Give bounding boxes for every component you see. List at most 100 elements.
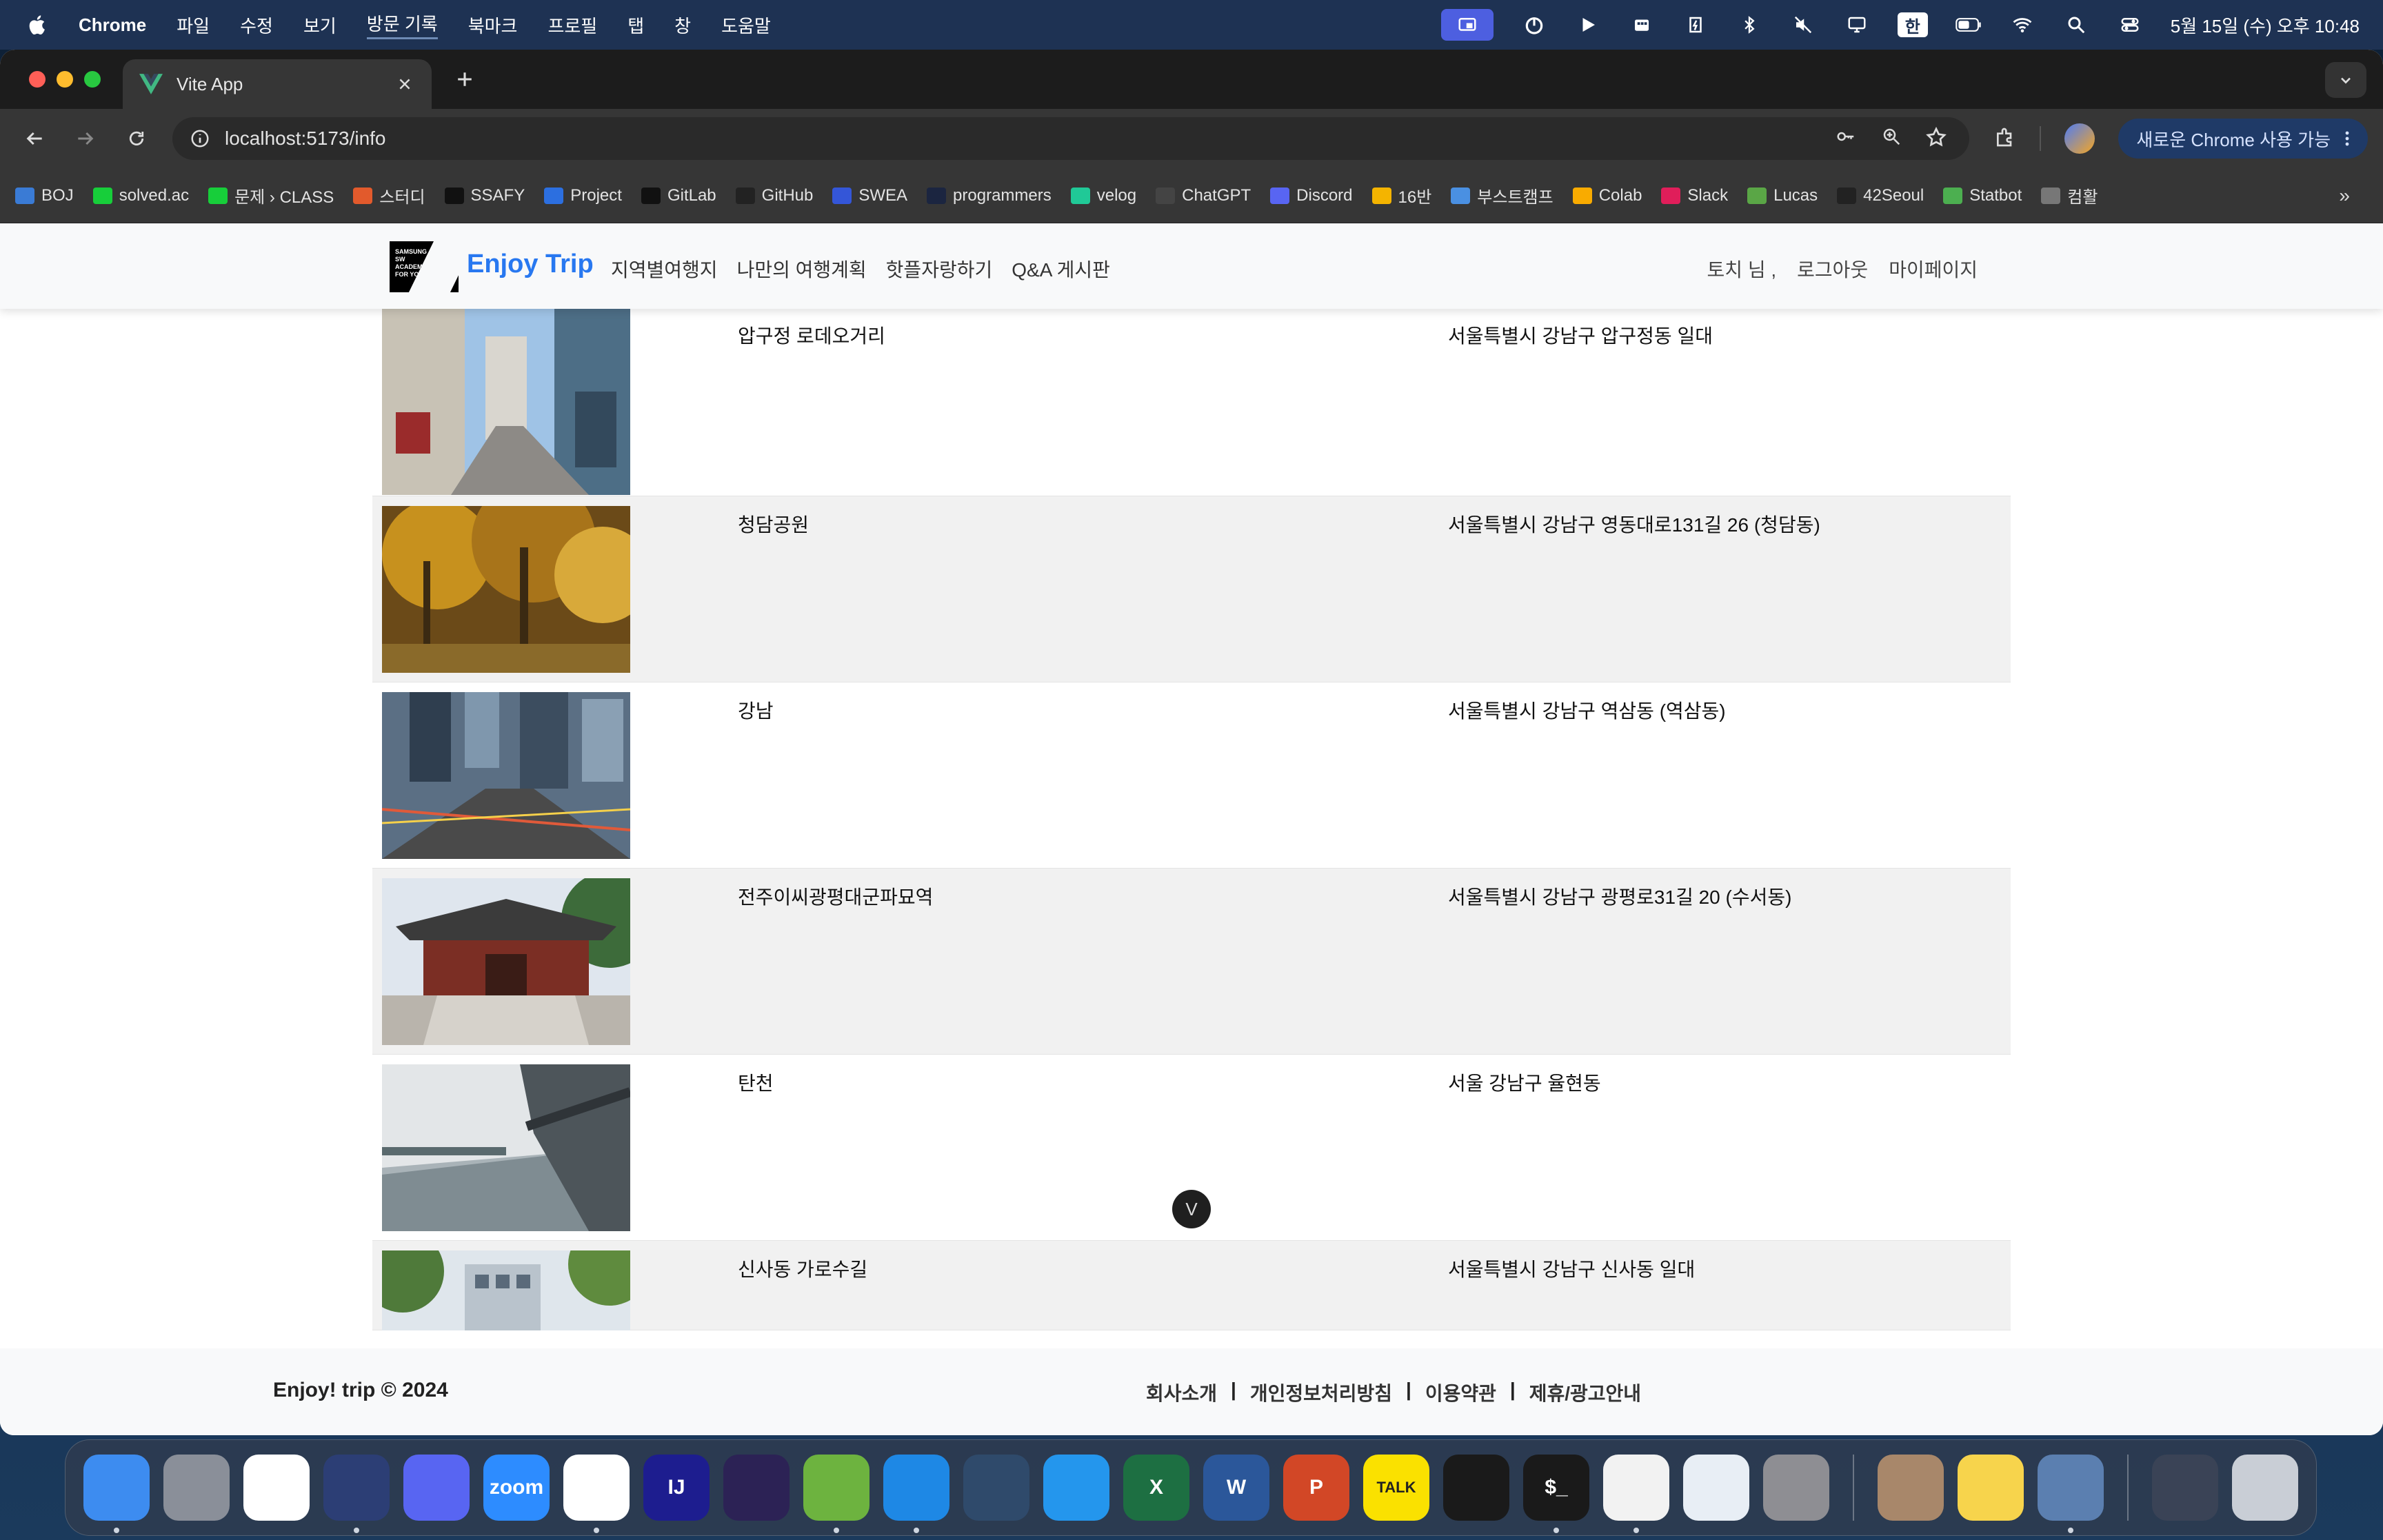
place-row[interactable]: 압구정 로데오거리 서울특별시 강남구 압구정동 일대 — [372, 309, 2011, 496]
dock-notes-icon[interactable] — [1958, 1455, 2024, 1521]
tab-close-icon[interactable] — [394, 74, 415, 94]
dock-mysql-workbench-icon[interactable] — [963, 1455, 1029, 1521]
dock-launchpad-icon[interactable] — [163, 1455, 230, 1521]
bookmark-item[interactable]: 16반 — [1371, 183, 1431, 207]
reload-button[interactable] — [117, 119, 156, 158]
dock-trash-icon[interactable] — [2232, 1455, 2298, 1521]
bookmark-item[interactable]: SSAFY — [444, 186, 525, 205]
url-text[interactable]: localhost:5173/info — [225, 128, 1834, 150]
menu-window[interactable]: 창 — [674, 12, 691, 38]
dock-clock-icon[interactable] — [323, 1455, 390, 1533]
dock-docker-icon[interactable] — [1043, 1455, 1109, 1521]
tree-street-photo[interactable] — [382, 1250, 630, 1330]
dock-preview-photo-icon[interactable] — [1878, 1455, 1944, 1521]
bookmark-item[interactable]: Discord — [1270, 186, 1353, 205]
dock-finder-icon[interactable] — [83, 1455, 150, 1533]
menu-profile[interactable]: 프로필 — [547, 12, 597, 38]
nav-qna-board[interactable]: Q&A 게시판 — [1012, 255, 1110, 283]
screen-share-icon[interactable] — [1440, 9, 1494, 41]
dock-script-editor-icon[interactable] — [1683, 1455, 1749, 1521]
bookmark-item[interactable]: Project — [544, 186, 622, 205]
menu-view[interactable]: 보기 — [303, 12, 336, 38]
dock-chrome-icon[interactable] — [563, 1455, 630, 1533]
vue-devtools-toggle-button[interactable]: V — [1172, 1190, 1211, 1228]
nav-regional-spots[interactable]: 지역별여행지 — [611, 255, 718, 283]
close-window-button[interactable] — [29, 71, 46, 88]
autumn-park-photo[interactable] — [382, 506, 630, 673]
dock-intellij-icon[interactable]: IJ — [643, 1455, 710, 1521]
dock-activity-monitor-icon[interactable] — [1443, 1455, 1509, 1521]
browser-tab-active[interactable]: Vite App — [123, 59, 432, 109]
bookmark-item[interactable]: SWEA — [832, 186, 907, 205]
bookmark-item[interactable]: BOJ — [15, 186, 74, 205]
dock-excel-icon[interactable]: X — [1123, 1455, 1189, 1521]
input-source-badge[interactable]: 한 — [1897, 12, 1928, 37]
spotlight-search-icon[interactable] — [2063, 12, 2089, 38]
zoom-window-button[interactable] — [84, 71, 101, 88]
bookmark-item[interactable]: velog — [1070, 186, 1136, 205]
battery-icon[interactable] — [1955, 12, 1982, 38]
play-icon[interactable] — [1575, 12, 1601, 38]
place-row[interactable]: 전주이씨광평대군파묘역 서울특별시 강남구 광평로31길 20 (수서동) — [372, 869, 2011, 1055]
dock-discord-icon[interactable] — [403, 1455, 470, 1521]
place-name[interactable]: 압구정 로데오거리 — [738, 321, 885, 349]
footer-link-terms[interactable]: 이용약관 — [1425, 1379, 1496, 1406]
place-name[interactable]: 탄천 — [738, 1068, 774, 1096]
mute-icon[interactable] — [1790, 12, 1816, 38]
korean-gate-photo[interactable] — [382, 878, 630, 1045]
dock-system-settings-icon[interactable] — [1763, 1455, 1829, 1521]
ssafy-logo[interactable]: SAMSUNG SW ACADEMY FOR YOUTH — [390, 241, 459, 292]
bookmark-item[interactable]: Statbot — [1943, 186, 2022, 205]
profile-avatar[interactable] — [2064, 123, 2095, 154]
minimize-window-button[interactable] — [57, 71, 73, 88]
zoom-icon[interactable] — [1881, 126, 1902, 152]
dock-eclipse-icon[interactable] — [723, 1455, 790, 1521]
chrome-update-button[interactable]: 새로운 Chrome 사용 가능 — [2118, 119, 2368, 159]
battery-manager-icon[interactable] — [1682, 12, 1709, 38]
bookmark-item[interactable]: Colab — [1572, 186, 1642, 205]
place-name[interactable]: 청담공원 — [738, 510, 809, 538]
dock-zoom-icon[interactable]: zoom — [483, 1455, 550, 1521]
bookmark-item[interactable]: 42Seoul — [1837, 186, 1924, 205]
place-row[interactable]: 신사동 가로수길 서울특별시 강남구 신사동 일대 — [372, 1241, 2011, 1330]
bookmark-item[interactable]: Lucas — [1747, 186, 1818, 205]
power-clock-icon[interactable] — [1521, 12, 1547, 38]
street-photo[interactable] — [382, 309, 630, 495]
bookmarks-overflow-icon[interactable]: » — [2339, 185, 2350, 207]
menu-file[interactable]: 파일 — [177, 12, 210, 38]
bookmark-item[interactable]: ChatGPT — [1156, 186, 1251, 205]
place-name[interactable]: 전주이씨광평대군파묘역 — [738, 882, 933, 910]
menu-tab[interactable]: 탭 — [627, 12, 644, 38]
menu-history[interactable]: 방문 기록 — [366, 10, 438, 39]
bookmark-item[interactable]: solved.ac — [92, 186, 189, 205]
footer-link-company[interactable]: 회사소개 — [1146, 1379, 1217, 1406]
menu-help[interactable]: 도움말 — [721, 12, 771, 38]
back-button[interactable] — [15, 119, 54, 158]
site-brand[interactable]: Enjoy Trip — [467, 250, 594, 279]
display-icon[interactable] — [1844, 12, 1870, 38]
dock-powerpoint-icon[interactable]: P — [1283, 1455, 1349, 1521]
footer-link-partnership[interactable]: 제휴/광고안내 — [1529, 1379, 1641, 1406]
bookmark-item[interactable]: 스터디 — [353, 183, 425, 207]
address-bar[interactable]: localhost:5173/info — [172, 117, 1970, 160]
bookmark-item[interactable]: GitHub — [735, 186, 813, 205]
bookmark-item[interactable]: GitLab — [641, 186, 716, 205]
apple-menu-icon[interactable] — [26, 13, 50, 37]
tab-search-button[interactable] — [2325, 62, 2366, 98]
footer-link-privacy[interactable]: 개인정보처리방침 — [1250, 1379, 1392, 1406]
wifi-icon[interactable] — [2009, 12, 2035, 38]
dock-spring-icon[interactable] — [803, 1455, 869, 1533]
dock-terminal-icon[interactable]: $_ — [1523, 1455, 1589, 1533]
bookmark-item[interactable]: 문제 › CLASS — [208, 183, 334, 207]
menubar-app-name[interactable]: Chrome — [79, 14, 146, 36]
bookmark-item[interactable]: 부스트캠프 — [1451, 183, 1554, 207]
site-info-icon[interactable] — [188, 126, 212, 151]
clipboard-icon[interactable] — [1629, 12, 1655, 38]
dock-kakaotalk-icon[interactable]: TALK — [1363, 1455, 1429, 1521]
dock-downloads-icon[interactable] — [2152, 1455, 2218, 1521]
city-intersection-photo[interactable] — [382, 692, 630, 859]
logout-link[interactable]: 로그아웃 — [1797, 255, 1868, 283]
menu-edit[interactable]: 수정 — [240, 12, 273, 38]
place-name[interactable]: 신사동 가로수길 — [738, 1255, 867, 1282]
place-name[interactable]: 강남 — [738, 696, 774, 724]
